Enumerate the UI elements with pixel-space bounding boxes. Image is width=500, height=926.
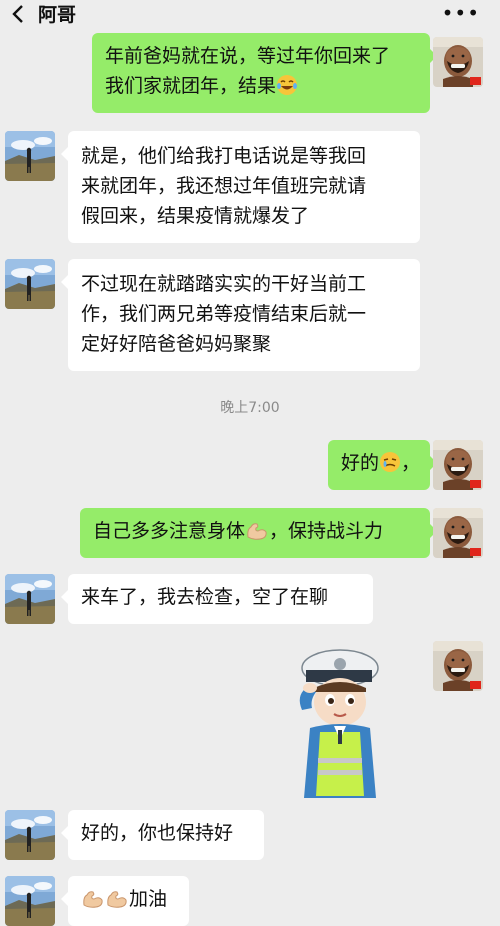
message-bubble-incoming[interactable]: 加油 (61, 876, 189, 926)
message-line: 定好好陪爸爸妈妈聚聚 (81, 333, 272, 355)
avatar-brother[interactable] (5, 259, 55, 309)
message-bubble-incoming[interactable]: 不过现在就踏踏实实的干好当前工 作，我们两兄弟等疫情结束后就一 定好好陪爸爸妈妈… (61, 259, 420, 371)
message-text: ， (401, 452, 421, 474)
tears-of-joy-emoji-icon (277, 75, 298, 95)
message-line: 就是，他们给我打电话说是等我回 (81, 145, 367, 167)
message-line: 假回来，结果疫情就爆发了 (81, 205, 310, 227)
flag-icon (470, 77, 481, 85)
message-text: 加油 (129, 888, 168, 910)
flag-icon (470, 681, 481, 689)
message-text: 好的，你也保持好 (81, 822, 234, 844)
flexed-biceps-emoji-icon (247, 523, 267, 540)
avatar-me[interactable] (433, 641, 483, 691)
avatar-me[interactable] (433, 508, 483, 558)
chat-title: 阿哥 (38, 4, 77, 26)
avatar-brother[interactable] (5, 131, 55, 181)
avatar-me[interactable] (433, 37, 483, 87)
message-text: ，保持战斗力 (269, 520, 384, 542)
avatar-brother[interactable] (5, 810, 55, 860)
timestamp: 晚上7:00 (220, 400, 280, 416)
flag-icon (470, 480, 481, 488)
flexed-biceps-emoji-icon (107, 891, 127, 908)
message-line: 作，我们两兄弟等疫情结束后就一 (81, 303, 367, 325)
message-text: 来车了，我去检查，空了在聊 (81, 586, 329, 608)
police-officer-salute-sticker[interactable] (272, 640, 392, 800)
message-bubble-outgoing[interactable]: 年前爸妈就在说，等过年你回来了 我们家就团年，结果 (92, 33, 437, 113)
crying-emoji-icon (380, 452, 401, 472)
avatar-brother[interactable] (5, 574, 55, 624)
avatar-brother[interactable] (5, 876, 55, 926)
message-bubble-incoming[interactable]: 就是，他们给我打电话说是等我回 来就团年，我还想过年值班完就请 假回来，结果疫情… (61, 131, 420, 243)
message-line: 来就团年，我还想过年值班完就请 (81, 175, 367, 197)
message-bubble-outgoing[interactable]: 好的 ， (328, 440, 437, 490)
more-options-icon[interactable]: ••• (442, 2, 480, 24)
flexed-biceps-emoji-icon (83, 891, 103, 908)
message-line: 不过现在就踏踏实实的干好当前工 (81, 273, 367, 295)
back-arrow-icon[interactable] (8, 2, 30, 26)
avatar-me[interactable] (433, 440, 483, 490)
flag-icon (470, 548, 481, 556)
message-text: 我们家就团年，结果 (105, 75, 277, 97)
message-text: 好的 (341, 452, 380, 474)
message-line: 年前爸妈就在说，等过年你回来了 (105, 45, 391, 67)
message-text: 自己多多注意身体 (93, 520, 246, 542)
message-bubble-incoming[interactable]: 来车了，我去检查，空了在聊 (61, 574, 373, 624)
message-bubble-outgoing[interactable]: 自己多多注意身体 ，保持战斗力 (80, 508, 437, 558)
chat-header: 阿哥 ••• (0, 0, 500, 30)
message-bubble-incoming[interactable]: 好的，你也保持好 (61, 810, 264, 860)
message-line: 我们家就团年，结果 (105, 71, 417, 101)
